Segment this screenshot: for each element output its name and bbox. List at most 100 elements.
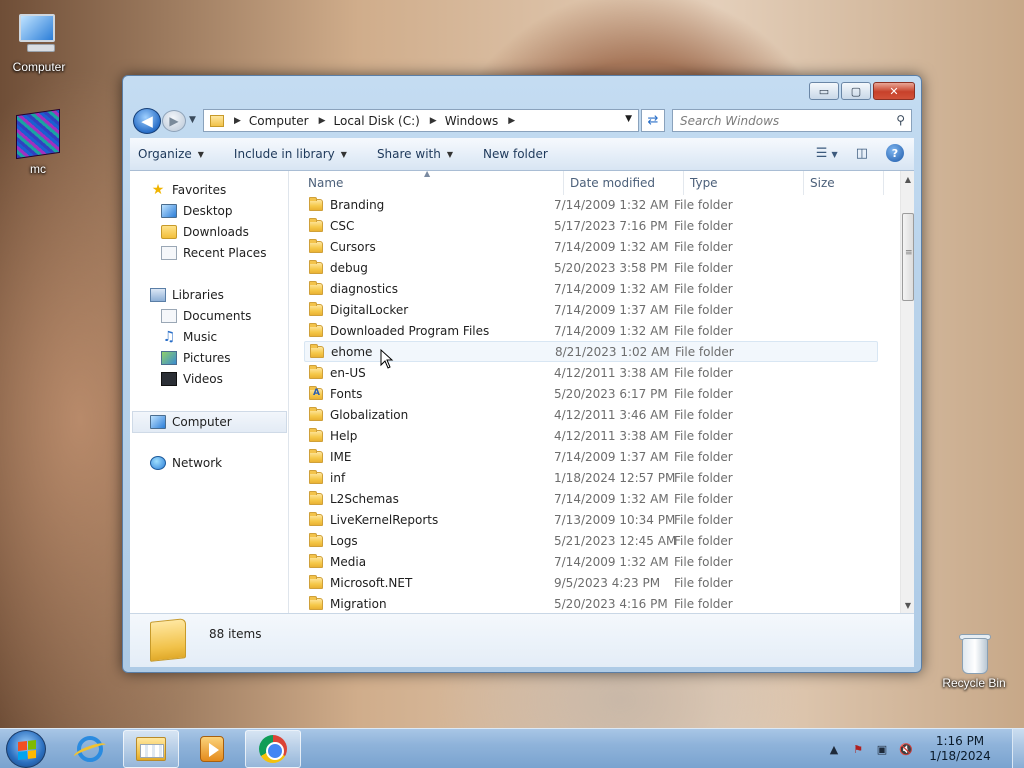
windows-logo-icon [18,740,36,760]
column-header-date-modified[interactable]: Date modified [564,171,684,195]
new-folder-button[interactable]: New folder [483,147,548,161]
minimize-button[interactable]: ▭ [809,82,839,100]
table-row[interactable]: Cursors 7/14/2009 1:32 AM File folder [304,236,878,257]
breadcrumb-windows[interactable]: Windows [445,114,499,128]
row-type: File folder [674,302,733,317]
scrollbar-thumb[interactable] [902,213,914,301]
nav-music[interactable]: ♫ Music [161,330,217,344]
nav-pictures[interactable]: Pictures [161,351,231,365]
chevron-right-icon[interactable]: ▶ [430,116,437,126]
downloads-icon [161,225,177,239]
taskbar-internet-explorer[interactable] [62,730,118,768]
table-row[interactable]: Globalization 4/12/2011 3:46 AM File folde… [304,404,878,425]
table-row[interactable]: Help 4/12/2011 3:38 AM File folder [304,425,878,446]
share-with-button[interactable]: Share with ▼ [377,147,453,161]
desktop-icon-mc[interactable]: mc [0,108,76,176]
change-view-icon[interactable]: ☰ ▼ [816,146,838,161]
address-dropdown-icon[interactable]: ▼ [625,114,632,124]
table-row[interactable]: Downloaded Program Files 7/14/2009 1:32 A… [304,320,878,341]
table-row[interactable]: Microsoft.NET 9/5/2023 4:23 PM File folder [304,572,878,593]
table-row[interactable]: Fonts 5/20/2023 6:17 PM File folder [304,383,878,404]
chevron-down-icon: ▼ [446,149,453,159]
action-center-flag-icon[interactable]: ⚑ [850,741,866,757]
forward-button[interactable]: ▶ [162,110,186,132]
nav-computer[interactable]: Computer [132,411,287,433]
search-icon[interactable]: ⚲ [896,113,905,127]
preview-pane-icon[interactable]: ◫ [856,146,868,161]
recent-pages-chevron-icon[interactable]: ▼ [189,115,196,125]
network-status-icon[interactable]: ▣ [874,741,890,757]
row-type: File folder [674,554,733,569]
organize-button[interactable]: Organize ▼ [138,147,204,161]
nav-desktop[interactable]: Desktop [161,204,233,218]
nav-libraries[interactable]: Libraries [150,288,224,302]
chevron-right-icon[interactable]: ▶ [508,116,515,126]
row-name: Media [330,554,367,569]
back-button[interactable]: ◀ [133,108,161,134]
nav-favorites[interactable]: ★ Favorites [150,183,227,197]
include-in-library-button[interactable]: Include in library ▼ [234,147,347,161]
taskbar-windows-explorer[interactable] [123,730,179,768]
explorer-window[interactable]: ▭ ▢ ✕ ◀ ▶ ▼ ▶ Computer ▶ Local Disk (C:)… [122,75,922,673]
show-desktop-button[interactable] [1012,729,1024,768]
table-row[interactable]: LiveKernelReports 7/13/2009 10:34 PM File … [304,509,878,530]
address-bar[interactable]: ▶ Computer ▶ Local Disk (C:) ▶ Windows ▶… [203,109,639,132]
breadcrumb-computer[interactable]: Computer [249,114,309,128]
nav-network[interactable]: Network [150,456,222,470]
search-input[interactable] [680,113,880,128]
scroll-down-icon[interactable]: ▼ [901,597,915,613]
nav-downloads[interactable]: Downloads [161,225,249,239]
chevron-down-icon: ▼ [197,149,204,159]
table-row[interactable]: Logs 5/21/2023 12:45 AM File folder [304,530,878,551]
breadcrumb-local-disk[interactable]: Local Disk (C:) [334,114,420,128]
table-row[interactable]: IME 7/14/2009 1:37 AM File folder [304,446,878,467]
help-icon[interactable]: ? [886,144,904,162]
desktop-icon-computer[interactable]: Computer [1,10,77,74]
table-row[interactable]: Branding 7/14/2009 1:32 AM File folder [304,194,878,215]
folder-icon [309,553,323,568]
folder-icon [309,490,323,505]
volume-muted-icon[interactable]: 🔇 [898,741,914,757]
table-row[interactable]: diagnostics 7/14/2009 1:32 AM File folder [304,278,878,299]
desktop-icon-recycle-bin[interactable]: Recycle Bin [936,632,1012,690]
desktop-icon-label: mc [30,162,46,176]
taskbar-chrome[interactable] [245,730,301,768]
table-row[interactable]: DigitalLocker 7/14/2009 1:37 AM File folde… [304,299,878,320]
folder-icon [309,196,323,211]
column-header-name[interactable]: Name ▲ [290,171,564,195]
desktop-icon [161,204,177,218]
scroll-up-icon[interactable]: ▲ [901,171,915,187]
refresh-button[interactable]: ⇄ [641,109,665,132]
close-button[interactable]: ✕ [873,82,915,100]
table-row[interactable]: Media 7/14/2009 1:32 AM File folder [304,551,878,572]
chevron-right-icon[interactable]: ▶ [319,116,326,126]
desktop-icon-label: Computer [12,60,66,74]
table-row[interactable]: Migration 5/20/2023 4:16 PM File folder [304,593,878,613]
row-name: en-US [330,365,366,380]
chevron-right-icon[interactable]: ▶ [234,116,241,126]
nav-favorites-label: Favorites [172,183,227,197]
table-row[interactable]: CSC 5/17/2023 7:16 PM File folder [304,215,878,236]
show-hidden-icons-icon[interactable]: ▲ [826,741,842,757]
clock[interactable]: 1:16 PM 1/18/2024 [922,734,998,764]
table-row[interactable]: debug 5/20/2023 3:58 PM File folder [304,257,878,278]
column-header-size[interactable]: Size [804,171,884,195]
table-row[interactable]: L2Schemas 7/14/2009 1:32 AM File folder [304,488,878,509]
maximize-button[interactable]: ▢ [841,82,871,100]
column-header-type[interactable]: Type [684,171,804,195]
vertical-scrollbar[interactable]: ▲ ▼ [900,171,914,613]
network-icon [150,456,166,470]
nav-libraries-label: Libraries [172,288,224,302]
start-button[interactable] [6,730,46,768]
table-row[interactable]: inf 1/18/2024 12:57 PM File folder [304,467,878,488]
chevron-down-icon: ▼ [340,149,347,159]
nav-pictures-label: Pictures [183,351,231,365]
internet-explorer-icon [77,736,103,762]
row-type: File folder [674,470,733,485]
nav-videos[interactable]: Videos [161,372,223,386]
nav-recent-places[interactable]: Recent Places [161,246,266,260]
search-box[interactable]: ⚲ [672,109,912,132]
nav-documents[interactable]: Documents [161,309,251,323]
taskbar-media-player[interactable] [184,730,240,768]
row-date: 7/14/2009 1:37 AM [554,449,669,464]
